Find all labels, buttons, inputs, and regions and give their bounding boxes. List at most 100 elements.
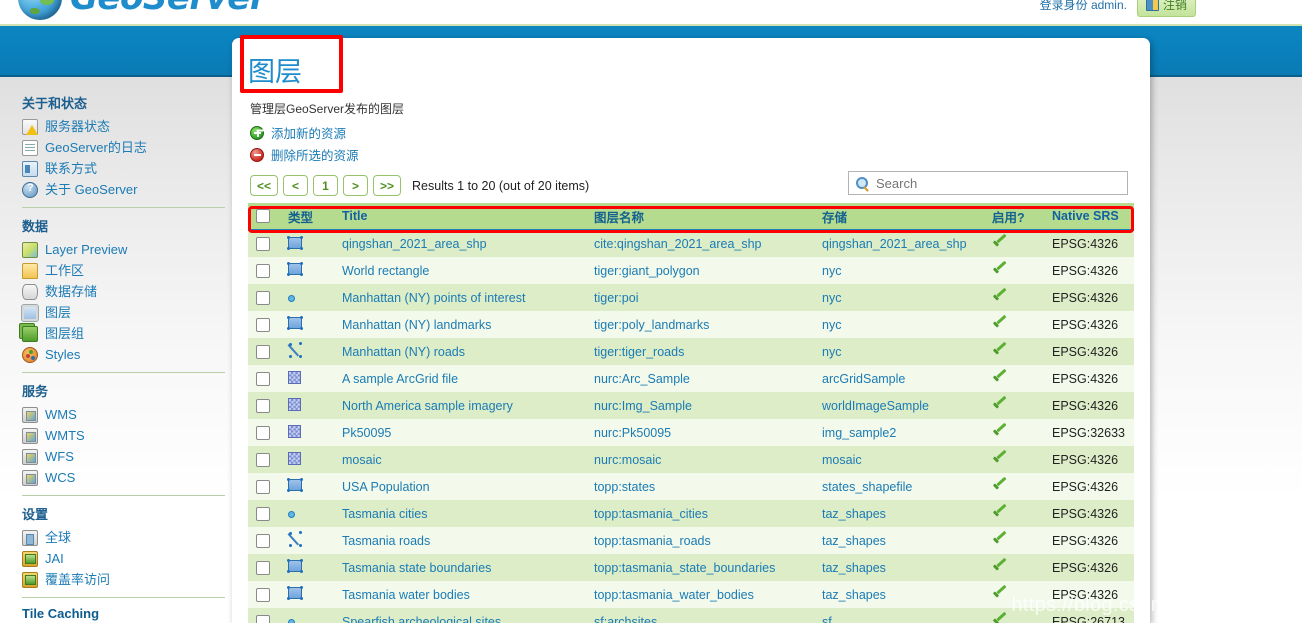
layer-name-cell[interactable]: cite:qingshan_2021_area_shp	[586, 230, 814, 257]
sidebar-item-jai[interactable]: JAI	[22, 549, 232, 569]
column-header-type[interactable]: 类型	[280, 203, 334, 231]
layer-name-cell[interactable]: topp:tasmania_state_boundaries	[586, 554, 814, 581]
layer-title-cell[interactable]: North America sample imagery	[334, 392, 586, 419]
row-select-cell[interactable]	[248, 392, 280, 419]
sidebar-item-wms[interactable]: WMS	[22, 405, 232, 425]
layer-name-cell[interactable]: nurc:Img_Sample	[586, 392, 814, 419]
row-select-cell[interactable]	[248, 608, 280, 623]
row-checkbox[interactable]	[256, 425, 270, 440]
sidebar-item-[interactable]: 数据存储	[22, 282, 232, 302]
store-cell[interactable]: sf	[814, 608, 984, 623]
sidebar-item-[interactable]: 全球	[22, 528, 232, 548]
sidebar-item-wfs[interactable]: WFS	[22, 447, 232, 467]
layer-name-cell[interactable]: nurc:Arc_Sample	[586, 365, 814, 392]
table-row[interactable]: Tasmania water bodies topp:tasmania_water…	[248, 581, 1134, 608]
row-checkbox[interactable]	[256, 344, 270, 359]
table-row[interactable]: mosaic nurc:mosaic mosaic EPSG:4326	[248, 446, 1134, 473]
brand-logo[interactable]: GeoServer	[18, 0, 267, 20]
pager-button-prev-page[interactable]: <	[283, 175, 309, 196]
layer-name-cell[interactable]: nurc:Pk50095	[586, 419, 814, 446]
column-header-srs[interactable]: Native SRS	[1044, 203, 1134, 231]
store-cell[interactable]: nyc	[814, 257, 984, 284]
store-cell[interactable]: taz_shapes	[814, 527, 984, 554]
row-checkbox[interactable]	[256, 452, 270, 467]
layer-title-cell[interactable]: Spearfish archeological sites	[334, 608, 586, 623]
sidebar-item-[interactable]: 联系方式	[22, 159, 232, 179]
sidebar-item-styles[interactable]: Styles	[22, 345, 232, 365]
table-row[interactable]: World rectangle tiger:giant_polygon nyc EPS…	[248, 257, 1134, 284]
sidebar-item-layer-preview[interactable]: Layer Preview	[22, 240, 232, 260]
table-row[interactable]: USA Population topp:states states_shapefil…	[248, 473, 1134, 500]
layer-title-cell[interactable]: World rectangle	[334, 257, 586, 284]
row-checkbox[interactable]	[256, 614, 270, 623]
table-row[interactable]: Tasmania state boundaries topp:tasmania_s…	[248, 554, 1134, 581]
sidebar-item-geoserver[interactable]: 关于 GeoServer	[22, 180, 232, 200]
column-header-enabled[interactable]: 启用?	[984, 203, 1044, 231]
layer-title-cell[interactable]: Tasmania cities	[334, 500, 586, 527]
add-resource-action[interactable]: 添加新的资源	[250, 123, 1134, 142]
sidebar-item-wcs[interactable]: WCS	[22, 468, 232, 488]
sidebar-item-[interactable]: 覆盖率访问	[22, 570, 232, 590]
row-checkbox[interactable]	[256, 398, 270, 413]
column-header-name[interactable]: 图层名称	[586, 203, 814, 231]
layer-title-cell[interactable]: A sample ArcGrid file	[334, 365, 586, 392]
layer-name-cell[interactable]: nurc:mosaic	[586, 446, 814, 473]
pager-button-first-page[interactable]: <<	[250, 175, 279, 196]
store-cell[interactable]: taz_shapes	[814, 581, 984, 608]
store-cell[interactable]: qingshan_2021_area_shp	[814, 230, 984, 257]
layer-name-cell[interactable]: tiger:tiger_roads	[586, 338, 814, 365]
layer-title-cell[interactable]: Manhattan (NY) points of interest	[334, 284, 586, 311]
table-row[interactable]: Pk50095 nurc:Pk50095 img_sample2 EPSG:32633	[248, 419, 1134, 446]
store-cell[interactable]: arcGridSample	[814, 365, 984, 392]
column-header-store[interactable]: 存储	[814, 203, 984, 231]
layer-title-cell[interactable]: USA Population	[334, 473, 586, 500]
row-checkbox[interactable]	[256, 533, 270, 548]
layer-title-cell[interactable]: Tasmania state boundaries	[334, 554, 586, 581]
row-select-cell[interactable]	[248, 311, 280, 338]
row-checkbox[interactable]	[256, 587, 270, 602]
sidebar-item-geoserver[interactable]: GeoServer的日志	[22, 138, 232, 158]
row-checkbox[interactable]	[256, 479, 270, 494]
layer-name-cell[interactable]: tiger:poly_landmarks	[586, 311, 814, 338]
layer-title-cell[interactable]: qingshan_2021_area_shp	[334, 230, 586, 257]
layer-title-cell[interactable]: Manhattan (NY) roads	[334, 338, 586, 365]
layer-title-cell[interactable]: mosaic	[334, 446, 586, 473]
table-row[interactable]: Tasmania cities topp:tasmania_cities taz_s…	[248, 500, 1134, 527]
remove-resource-action[interactable]: 删除所选的资源	[250, 145, 1134, 164]
table-row[interactable]: Manhattan (NY) points of interest tiger:p…	[248, 284, 1134, 311]
row-checkbox[interactable]	[256, 263, 270, 278]
pager-button-last-page[interactable]: >>	[373, 175, 402, 196]
store-cell[interactable]: img_sample2	[814, 419, 984, 446]
table-row[interactable]: Manhattan (NY) roads tiger:tiger_roads nyc…	[248, 338, 1134, 365]
row-checkbox[interactable]	[256, 560, 270, 575]
table-row[interactable]: qingshan_2021_area_shp cite:qingshan_2021…	[248, 230, 1134, 257]
layer-name-cell[interactable]: sf:archsites	[586, 608, 814, 623]
pager-button-page-1[interactable]: 1	[313, 175, 339, 196]
table-row[interactable]: Manhattan (NY) landmarks tiger:poly_landm…	[248, 311, 1134, 338]
logout-button[interactable]: 注销	[1136, 0, 1196, 17]
row-checkbox[interactable]	[256, 290, 270, 305]
layer-name-cell[interactable]: topp:tasmania_water_bodies	[586, 581, 814, 608]
row-select-cell[interactable]	[248, 365, 280, 392]
layer-name-cell[interactable]: topp:tasmania_cities	[586, 500, 814, 527]
row-checkbox[interactable]	[256, 506, 270, 521]
row-select-cell[interactable]	[248, 527, 280, 554]
layer-name-cell[interactable]: tiger:giant_polygon	[586, 257, 814, 284]
pager-button-next-page[interactable]: >	[343, 175, 369, 196]
table-row[interactable]: Tasmania roads topp:tasmania_roads taz_sha…	[248, 527, 1134, 554]
store-cell[interactable]: taz_shapes	[814, 500, 984, 527]
sidebar-item-[interactable]: 图层	[21, 303, 232, 323]
sidebar-item-[interactable]: 服务器状态	[22, 117, 232, 137]
store-cell[interactable]: taz_shapes	[814, 554, 984, 581]
store-cell[interactable]: mosaic	[814, 446, 984, 473]
sidebar-item-[interactable]: 图层组	[22, 324, 232, 344]
store-cell[interactable]: nyc	[814, 338, 984, 365]
row-checkbox[interactable]	[256, 237, 270, 252]
layer-name-cell[interactable]: topp:tasmania_roads	[586, 527, 814, 554]
row-checkbox[interactable]	[256, 371, 270, 386]
layer-title-cell[interactable]: Manhattan (NY) landmarks	[334, 311, 586, 338]
row-checkbox[interactable]	[256, 317, 270, 332]
row-select-cell[interactable]	[248, 419, 280, 446]
row-select-cell[interactable]	[248, 257, 280, 284]
row-select-cell[interactable]	[248, 473, 280, 500]
